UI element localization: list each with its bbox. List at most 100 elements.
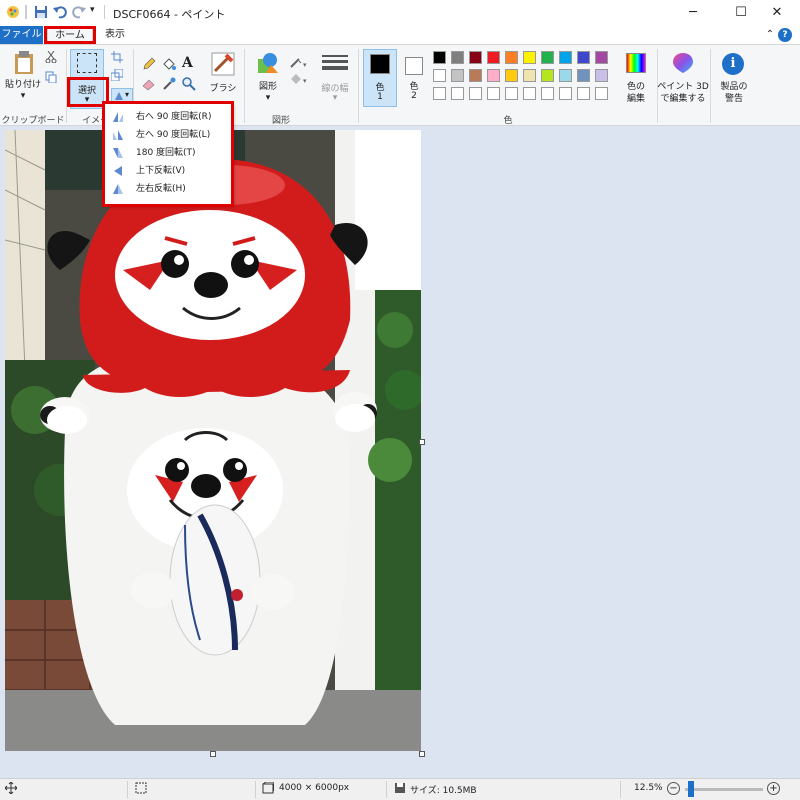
color1-swatch	[370, 54, 390, 74]
paste-button[interactable]: 貼り付け ▾	[5, 49, 41, 105]
palette-swatch[interactable]	[577, 87, 590, 100]
shape-label: 図形	[258, 82, 277, 92]
image-dimensions: 4000 × 6000px	[279, 783, 350, 793]
palette-swatch[interactable]	[523, 69, 536, 82]
cursor-position-icon	[4, 781, 18, 797]
photo-mascot-illustration	[5, 130, 421, 751]
group-separator	[710, 49, 711, 123]
status-separator	[620, 781, 621, 798]
edit-colors-label-2: 編集	[626, 94, 645, 104]
palette-swatch[interactable]	[523, 51, 536, 64]
palette-swatch[interactable]	[541, 69, 554, 82]
palette-swatch[interactable]	[595, 87, 608, 100]
file-size: サイズ: 10.5MB	[410, 786, 477, 796]
edit-in-paint3d-button[interactable]: ペイント 3D で編集する	[657, 49, 709, 109]
qa-separator	[104, 5, 105, 19]
palette-swatch[interactable]	[523, 87, 536, 100]
paint-app-icon[interactable]	[6, 5, 20, 21]
selection-size-icon	[135, 782, 147, 797]
outline-icon[interactable]: ▾	[289, 57, 309, 69]
canvas-resize-handle-corner[interactable]	[419, 751, 425, 757]
palette-swatch[interactable]	[559, 87, 572, 100]
status-separator	[255, 781, 256, 798]
line-width-icon-bar	[322, 60, 348, 63]
help-icon[interactable]: ?	[778, 28, 792, 42]
palette-swatch[interactable]	[451, 51, 464, 64]
text-tool-icon[interactable]: A	[182, 55, 196, 71]
tab-file[interactable]: ファイル	[0, 26, 43, 44]
palette-swatch[interactable]	[433, 51, 446, 64]
palette-swatch[interactable]	[541, 51, 554, 64]
redo-icon[interactable]	[72, 5, 86, 21]
color2-swatch	[405, 57, 423, 75]
customize-qa-chevron-icon[interactable]: ▾	[90, 5, 100, 21]
magnifier-icon[interactable]	[182, 77, 196, 91]
line-width-icon	[322, 55, 348, 57]
palette-swatch[interactable]	[487, 69, 500, 82]
eraser-icon[interactable]	[142, 77, 156, 91]
crop-icon[interactable]	[111, 51, 123, 63]
shapes-group-label: 図形	[271, 116, 290, 126]
palette-swatch[interactable]	[559, 69, 572, 82]
line-width-button[interactable]: 線の幅 ▾	[317, 49, 353, 107]
palette-swatch[interactable]	[433, 87, 446, 100]
palette-swatch[interactable]	[559, 51, 572, 64]
svg-text:▾: ▾	[303, 77, 307, 85]
close-button[interactable]: ✕	[754, 0, 800, 26]
ribbon-tabs: ファイル ホーム 表示 ⌃ ?	[0, 26, 800, 44]
palette-swatch[interactable]	[487, 87, 500, 100]
brush-button[interactable]: ブラシ	[206, 49, 240, 109]
tab-view[interactable]: 表示	[100, 26, 130, 44]
canvas-image[interactable]	[5, 130, 421, 751]
zoom-slider-track[interactable]	[685, 788, 763, 791]
palette-swatch[interactable]	[577, 51, 590, 64]
palette-swatch[interactable]	[451, 69, 464, 82]
collapse-ribbon-chevron-icon[interactable]: ⌃	[760, 26, 780, 44]
zoom-percent: 12.5%	[634, 783, 663, 793]
pencil-icon[interactable]	[142, 57, 156, 71]
cut-icon[interactable]	[45, 50, 57, 64]
palette-swatch[interactable]	[595, 69, 608, 82]
shape-button[interactable]: 図形 ▾	[251, 49, 285, 107]
palette-swatch[interactable]	[469, 51, 482, 64]
zoom-slider-thumb[interactable]	[688, 781, 694, 797]
save-icon[interactable]	[34, 5, 48, 21]
fill-icon[interactable]	[162, 57, 176, 71]
brush-label: ブラシ	[209, 84, 237, 94]
paint3d-label-2: で編集する	[660, 94, 706, 104]
palette-swatch[interactable]	[505, 51, 518, 64]
colors-group: 色 1 色 2 色の 編集 色	[359, 45, 657, 126]
status-bar: 4000 × 6000px サイズ: 10.5MB 12.5% − +	[0, 778, 800, 800]
zoom-out-button[interactable]: −	[667, 782, 680, 795]
line-width-icon-bar	[322, 66, 348, 70]
edit-colors-button[interactable]: 色の 編集	[617, 49, 655, 107]
palette-swatch[interactable]	[469, 87, 482, 100]
copy-icon[interactable]	[45, 71, 57, 84]
palette-swatch[interactable]	[469, 69, 482, 82]
undo-icon[interactable]	[53, 5, 67, 21]
palette-swatch[interactable]	[451, 87, 464, 100]
palette-swatch[interactable]	[487, 51, 500, 64]
palette-swatch[interactable]	[505, 69, 518, 82]
palette-swatch[interactable]	[541, 87, 554, 100]
info-icon: i	[722, 53, 744, 75]
color1-button[interactable]: 色 1	[363, 49, 397, 107]
edit-colors-icon	[626, 53, 646, 73]
status-separator	[127, 781, 128, 798]
canvas-resize-handle-bottom[interactable]	[210, 751, 216, 757]
fill-shape-icon[interactable]: ▾	[289, 73, 309, 85]
palette-swatch[interactable]	[433, 69, 446, 82]
product-alert-button[interactable]: i 製品の 警告	[712, 49, 756, 109]
canvas-resize-handle-right[interactable]	[419, 439, 425, 445]
resize-icon[interactable]	[110, 68, 124, 82]
color2-button[interactable]: 色 2	[399, 49, 431, 107]
palette-swatch[interactable]	[595, 51, 608, 64]
highlight-home-tab	[44, 26, 96, 44]
palette-swatch[interactable]	[505, 87, 518, 100]
color2-number: 2	[411, 91, 417, 101]
colors-group-label: 色	[503, 116, 513, 126]
color-picker-icon[interactable]	[162, 77, 176, 91]
palette-swatch[interactable]	[577, 69, 590, 82]
zoom-in-button[interactable]: +	[767, 782, 780, 795]
minimize-button[interactable]: ─	[670, 0, 716, 26]
